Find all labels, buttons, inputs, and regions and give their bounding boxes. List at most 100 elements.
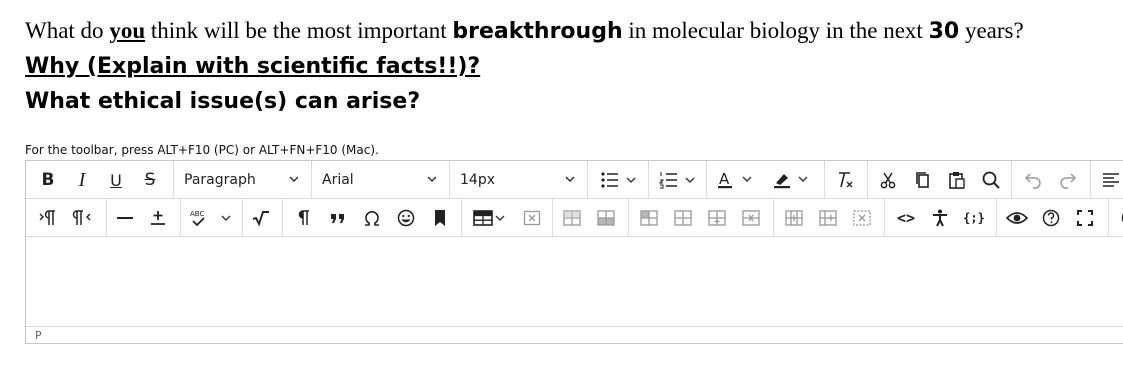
toolbar-divider: [824, 161, 825, 199]
underline-icon: U: [110, 170, 122, 190]
toolbar-divider: [552, 199, 553, 237]
question-text: years?: [959, 18, 1024, 43]
redo-icon: [1060, 173, 1077, 189]
cell-merge-button[interactable]: [814, 199, 842, 237]
clear-formatting-icon: [839, 172, 853, 188]
table-icon: [473, 210, 505, 226]
toolbar-divider: [628, 199, 629, 237]
insert-button[interactable]: [144, 199, 172, 237]
bold-button[interactable]: B: [34, 161, 62, 199]
font-color-button[interactable]: A: [710, 161, 762, 199]
cell-delete-button[interactable]: [848, 199, 876, 237]
special-character-button[interactable]: [358, 199, 386, 237]
toolbar-row-2: ABC <> {;}: [26, 199, 1123, 237]
table-button[interactable]: [466, 199, 518, 237]
math-button[interactable]: [247, 199, 275, 237]
italic-button[interactable]: I: [68, 161, 96, 199]
toolbar-divider: [180, 199, 181, 237]
ltr-button[interactable]: [34, 199, 62, 237]
clear-formatting-button[interactable]: [831, 161, 859, 199]
toolbar-divider: [106, 199, 107, 237]
font-color-icon: A: [718, 170, 752, 189]
delete-table-icon: [523, 210, 541, 226]
help-icon: [1042, 209, 1060, 227]
col-delete-button[interactable]: [737, 199, 765, 237]
overflow-icon: [1121, 213, 1123, 223]
source-code-button[interactable]: <>: [892, 199, 920, 237]
toolbar-divider: [648, 161, 649, 199]
bold-icon: B: [41, 170, 55, 190]
strikethrough-icon: S: [144, 170, 156, 190]
copy-button[interactable]: [909, 161, 937, 199]
chevron-down-icon: [288, 173, 300, 185]
plus-minus-icon: [151, 211, 165, 225]
undo-icon: [1024, 173, 1041, 189]
toolbar-hint: For the toolbar, press ALT+F10 (PC) or A…: [25, 143, 379, 157]
rtl-button[interactable]: [68, 199, 96, 237]
toolbar-divider: [1011, 161, 1012, 199]
editor-statusbar: P: [26, 326, 1123, 343]
help-button[interactable]: [1037, 199, 1065, 237]
emphasis-number: 30: [928, 19, 960, 44]
bookmark-icon: [435, 210, 445, 226]
underline-button[interactable]: U: [102, 161, 130, 199]
font-size-select[interactable]: 14px: [450, 161, 586, 199]
numbered-list-button[interactable]: [653, 161, 705, 199]
toolbar-divider: [996, 199, 997, 237]
highlighter-icon: [774, 174, 808, 189]
row-delete-button[interactable]: [635, 199, 663, 237]
eye-icon: [1006, 212, 1028, 224]
blockquote-button[interactable]: [324, 199, 352, 237]
cut-button[interactable]: [874, 161, 902, 199]
smiley-icon: [397, 209, 415, 227]
cell-merge-icon: [819, 210, 837, 226]
paste-button[interactable]: [943, 161, 971, 199]
horizontal-line-button[interactable]: [111, 199, 139, 237]
align-button[interactable]: [1097, 161, 1123, 199]
redo-button[interactable]: [1054, 161, 1082, 199]
row-props-icon: [640, 210, 658, 226]
row-before-button[interactable]: [558, 199, 586, 237]
fullscreen-button[interactable]: [1071, 199, 1099, 237]
block-format-select[interactable]: Paragraph: [174, 161, 310, 199]
show-blocks-button[interactable]: [290, 199, 318, 237]
template-button[interactable]: {;}: [960, 199, 988, 237]
col-after-button[interactable]: [703, 199, 731, 237]
editor-content-area[interactable]: [26, 238, 1123, 326]
bullet-list-button[interactable]: [594, 161, 646, 199]
undo-button[interactable]: [1019, 161, 1047, 199]
font-size-value: 14px: [460, 172, 495, 188]
toolbar-divider: [1108, 199, 1109, 237]
align-left-icon: [1103, 173, 1119, 187]
toolbar-divider: [706, 161, 707, 199]
column-insert-icon: [674, 210, 692, 226]
numbered-list-icon: [659, 172, 695, 189]
find-replace-button[interactable]: [977, 161, 1005, 199]
toolbar-divider: [242, 199, 243, 237]
accessibility-icon: [933, 209, 947, 227]
question-text: in molecular biology in the next: [622, 18, 929, 43]
preview-button[interactable]: [1003, 199, 1031, 237]
rtl-icon: [72, 210, 91, 225]
col-before-button[interactable]: [669, 199, 697, 237]
toolbar-row-1: B I U S Paragraph Arial 14px A: [26, 161, 1123, 199]
highlight-color-button[interactable]: [766, 161, 818, 199]
row-after-button[interactable]: [592, 199, 620, 237]
block-format-value: Paragraph: [184, 172, 256, 188]
cell-insert-button[interactable]: [780, 199, 808, 237]
svg-text:A: A: [719, 170, 730, 188]
accessibility-button[interactable]: [926, 199, 954, 237]
more-button[interactable]: [1112, 199, 1123, 237]
toolbar-divider: [282, 199, 283, 237]
emphasis-you: you: [109, 18, 146, 43]
copy-icon: [916, 172, 929, 188]
toolbar-divider: [867, 161, 868, 199]
strikethrough-button[interactable]: S: [136, 161, 164, 199]
spellcheck-button[interactable]: ABC: [186, 199, 238, 237]
element-path[interactable]: P: [35, 329, 42, 342]
emoji-button[interactable]: [392, 199, 420, 237]
bookmark-button[interactable]: [426, 199, 454, 237]
delete-table-button[interactable]: [519, 199, 545, 237]
font-family-select[interactable]: Arial: [312, 161, 448, 199]
question-line-2: Why (Explain with scientific facts!!)?: [25, 54, 481, 79]
